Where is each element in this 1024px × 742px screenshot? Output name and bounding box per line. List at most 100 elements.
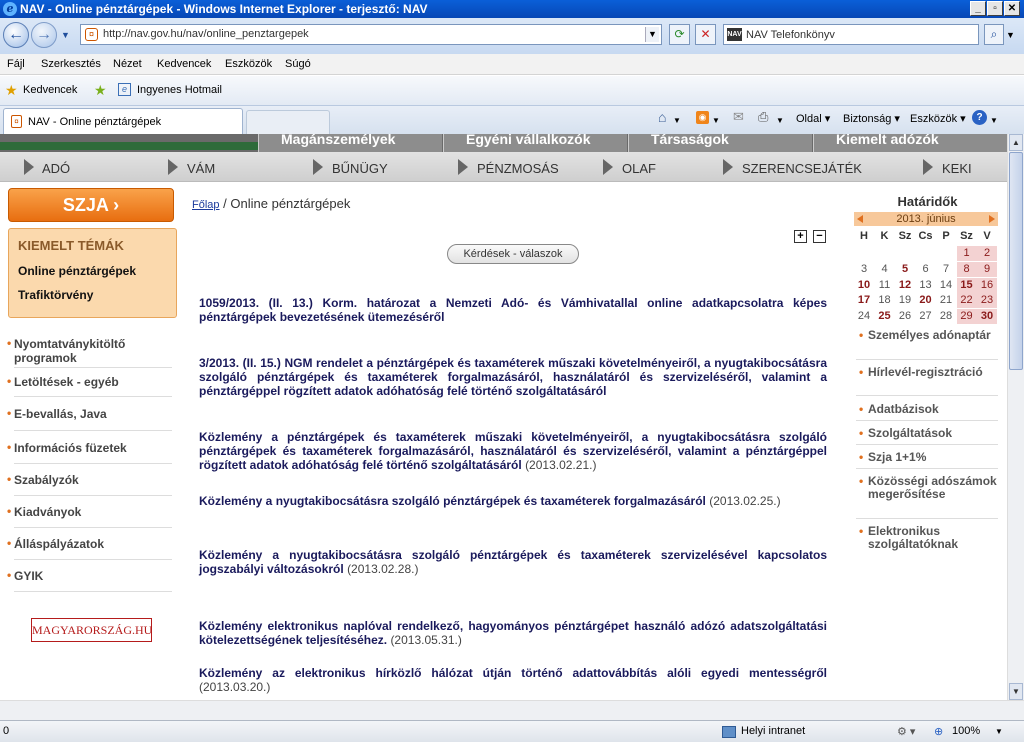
scroll-down-icon[interactable]: ▼ xyxy=(1009,683,1023,700)
calendar-weekday: Sz xyxy=(898,230,912,242)
breadcrumb-home-link[interactable]: Főlap xyxy=(192,199,220,211)
left-nav-e-bevallas[interactable]: E-bevallás, Java xyxy=(7,406,174,421)
calendar-day[interactable]: 10 xyxy=(854,278,874,293)
document-item[interactable]: Közlemény a nyugtakibocsátásra szolgáló … xyxy=(199,548,827,576)
left-nav-kiadvanyok[interactable]: Kiadványok xyxy=(7,504,174,519)
address-bar[interactable]: ¤ http://nav.gov.hu/nav/online_penztarge… xyxy=(80,24,662,45)
right-nav-szja-1-1[interactable]: Szja 1+1% xyxy=(859,451,998,465)
print-icon[interactable]: ⎙ xyxy=(758,109,768,125)
maximize-button[interactable]: ▫ xyxy=(987,1,1003,16)
szja-button[interactable]: SZJA › xyxy=(8,188,174,222)
nav-olaf[interactable]: OLAF xyxy=(622,161,656,176)
breadcrumb-current: Online pénztárgépek xyxy=(230,196,351,211)
scrollbar-thumb[interactable] xyxy=(1009,152,1023,370)
protected-mode-icon[interactable]: ⚙ ▾ xyxy=(897,725,915,738)
address-dropdown-icon[interactable]: ▼ xyxy=(645,27,659,42)
help-dropdown-icon[interactable]: ▼ xyxy=(990,116,998,125)
tools-menu-button[interactable]: Eszközök ▾ xyxy=(910,112,966,125)
menu-tools[interactable]: Eszközök xyxy=(225,58,272,70)
feed-dropdown-icon[interactable]: ▼ xyxy=(712,116,720,125)
right-nav-elektronikus-szolgaltatoknak[interactable]: Elektronikus szolgáltatóknak xyxy=(859,525,998,551)
calendar-day[interactable]: 17 xyxy=(854,293,874,308)
search-icon[interactable]: ⌕ xyxy=(984,24,1004,45)
nav-ado[interactable]: ADÓ xyxy=(42,161,70,176)
font-decrease-icon[interactable]: − xyxy=(813,230,826,243)
tab-egyeni-vallalkozok[interactable]: Egyéni vállalkozók xyxy=(443,134,627,152)
left-nav-informacios-fuzetek[interactable]: Információs füzetek xyxy=(7,440,174,455)
zoom-level[interactable]: 100% xyxy=(952,725,980,737)
left-nav-letoltesek[interactable]: Letöltések - egyéb xyxy=(7,374,174,389)
minimize-button[interactable]: _ xyxy=(970,1,986,16)
search-options-icon[interactable]: ▼ xyxy=(1006,30,1015,40)
document-item[interactable]: 3/2013. (II. 15.) NGM rendelet a pénztár… xyxy=(199,356,827,398)
right-nav-kozossegi-adoszamok[interactable]: Közösségi adószámok megerősítése xyxy=(859,475,998,501)
help-icon[interactable]: ? xyxy=(972,110,987,125)
vertical-scrollbar[interactable]: ▲ ▼ xyxy=(1007,134,1024,700)
tab-egyeni-vallalkozok-label: Egyéni vállalkozók xyxy=(466,134,591,147)
menu-help[interactable]: Súgó xyxy=(285,58,311,70)
search-box[interactable]: NAV NAV Telefonkönyv xyxy=(723,24,979,45)
next-month-icon[interactable] xyxy=(989,215,995,223)
home-icon[interactable]: ⌂ xyxy=(658,109,666,125)
nav-keki[interactable]: KEKI xyxy=(942,161,972,176)
magyarorszag-hu-logo[interactable]: MAGYARORSZÁG.HU xyxy=(31,618,152,642)
calendar-day[interactable]: 20 xyxy=(916,293,936,308)
calendar-weekday: H xyxy=(860,230,868,242)
back-button[interactable]: ← xyxy=(3,22,29,48)
rss-feed-icon[interactable]: ◉ xyxy=(696,111,709,124)
home-dropdown-icon[interactable]: ▼ xyxy=(673,116,681,125)
zoom-dropdown-icon[interactable]: ▼ xyxy=(995,727,1003,736)
calendar-day[interactable]: 30 xyxy=(977,309,997,325)
nav-vam[interactable]: VÁM xyxy=(187,161,215,176)
tab-maganszemelyek[interactable]: Magánszemélyek xyxy=(258,134,442,152)
mail-icon[interactable]: ✉ xyxy=(733,109,744,125)
left-nav-gyik[interactable]: GYIK xyxy=(7,568,174,583)
stop-icon[interactable]: ✕ xyxy=(695,24,716,45)
faq-button[interactable]: Kérdések - válaszok xyxy=(447,244,579,264)
menu-view[interactable]: Nézet xyxy=(113,58,142,70)
page-menu-button[interactable]: Oldal ▾ xyxy=(796,112,830,125)
left-nav-nyomtatvanykitolto[interactable]: Nyomtatványkitöltő programok xyxy=(7,336,174,365)
menu-file[interactable]: Fájl xyxy=(7,58,25,70)
security-menu-button[interactable]: Biztonság ▾ xyxy=(843,112,900,125)
featured-link-online-penztargepek[interactable]: Online pénztárgépek xyxy=(18,264,136,278)
add-favorite-icon[interactable]: ★ xyxy=(94,82,107,99)
divider xyxy=(14,430,172,431)
right-nav-adatbazisok[interactable]: Adatbázisok xyxy=(859,403,998,417)
tab-kiemelt-adozok[interactable]: Kiemelt adózók xyxy=(813,134,1007,152)
close-button[interactable]: ✕ xyxy=(1004,1,1020,16)
left-nav-allaspalyazatok[interactable]: Álláspályázatok xyxy=(7,536,174,551)
document-item[interactable]: Közlemény elektronikus naplóval rendelke… xyxy=(199,619,827,647)
calendar-day[interactable]: 25 xyxy=(875,309,895,324)
tab-online-penztargepek[interactable]: ¤ NAV - Online pénztárgépek xyxy=(3,108,243,134)
calendar-day[interactable]: 5 xyxy=(895,262,915,277)
font-increase-icon[interactable]: + xyxy=(794,230,807,243)
menu-favorites[interactable]: Kedvencek xyxy=(157,58,211,70)
favorite-hotmail-link[interactable]: Ingyenes Hotmail xyxy=(137,84,222,96)
calendar-day[interactable]: 15 xyxy=(956,277,977,293)
calendar-day[interactable]: 12 xyxy=(895,278,915,293)
right-nav-szemelyes-adonaptar[interactable]: Személyes adónaptár xyxy=(859,329,998,343)
right-nav-szolgaltatasok[interactable]: Szolgáltatások xyxy=(859,427,998,441)
nav-szerencsejatek[interactable]: SZERENCSEJÁTÉK xyxy=(742,161,862,176)
zoom-icon[interactable]: ⊕ xyxy=(934,725,943,738)
tab-tarsasagok[interactable]: Társaságok xyxy=(628,134,812,152)
nav-penzmosas[interactable]: PÉNZMOSÁS xyxy=(477,161,559,176)
document-item[interactable]: Közlemény a nyugtakibocsátásra szolgáló … xyxy=(199,494,827,508)
nav-bunugy[interactable]: BŰNÜGY xyxy=(332,161,388,176)
featured-link-trafiktorveny[interactable]: Trafiktörvény xyxy=(18,288,93,302)
refresh-icon[interactable]: ⟳ xyxy=(669,24,690,45)
favorites-button[interactable]: Kedvencek xyxy=(23,84,77,96)
document-item[interactable]: Közlemény az elektronikus hírközlő hálóz… xyxy=(199,666,827,694)
document-item[interactable]: 1059/2013. (II. 13.) Korm. határozat a N… xyxy=(199,296,827,324)
new-tab-button[interactable] xyxy=(246,110,330,134)
document-item[interactable]: Közlemény a pénztárgépek és taxaméterek … xyxy=(199,430,827,472)
menu-edit[interactable]: Szerkesztés xyxy=(41,58,101,70)
print-dropdown-icon[interactable]: ▼ xyxy=(776,116,784,125)
left-nav-szabalyzok[interactable]: Szabályzók xyxy=(7,472,174,487)
right-nav-hirlevel[interactable]: Hírlevél-regisztráció xyxy=(859,366,998,380)
tab-title: NAV - Online pénztárgépek xyxy=(28,116,162,128)
forward-button[interactable]: → xyxy=(31,22,57,48)
scroll-up-icon[interactable]: ▲ xyxy=(1009,134,1023,151)
history-dropdown-icon[interactable]: ▼ xyxy=(61,30,70,40)
